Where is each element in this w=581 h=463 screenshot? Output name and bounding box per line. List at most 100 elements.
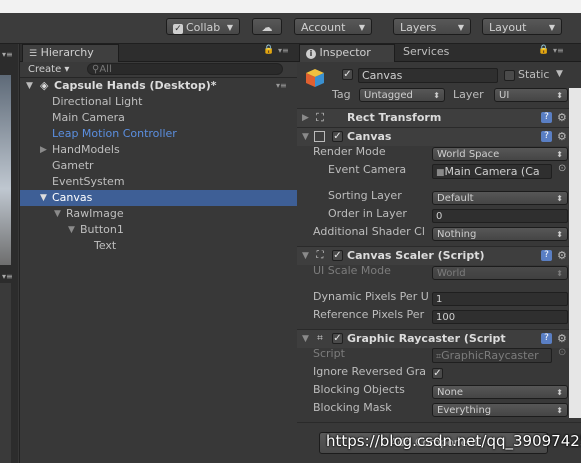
unity-scene-icon: ◈ [40,79,49,92]
rect-transform-header[interactable]: ▶ ⛶ Rect Transform ? ⚙ [297,108,581,127]
component-title: Canvas [347,130,392,143]
inspector-tabbar: i Inspector Services 🔒 ▾≡ [297,44,581,62]
layout-label: Layout [489,21,527,34]
component-title: Graphic Raycaster (Script [347,332,506,345]
active-checkbox[interactable]: ✓ [342,69,353,80]
expand-triangle-icon[interactable]: ▼ [40,190,47,206]
object-name-field[interactable]: Canvas [358,68,498,83]
blocking-mask-dropdown[interactable]: Everything ⬍ [432,403,568,417]
lock-icon[interactable]: 🔒 [263,45,274,55]
game-view[interactable] [0,283,11,463]
layer-dropdown[interactable]: UI ⬍ [494,88,568,102]
rect-transform-icon: ⛶ [316,111,324,124]
component-title: Rect Transform [347,111,442,124]
expand-triangle-icon[interactable]: ▼ [26,78,33,94]
reference-pixels-field[interactable]: 100 [432,310,568,324]
hierarchy-item[interactable]: Directional Light [20,94,297,110]
enabled-checkbox[interactable]: ✓ [332,131,343,142]
gear-icon[interactable]: ⚙ [557,128,567,146]
tab-hierarchy[interactable]: ☰ Hierarchy [22,44,119,62]
blocking-objects-dropdown[interactable]: None ⬍ [432,385,568,399]
hierarchy-item[interactable]: ▼ Button1 [20,222,297,238]
hierarchy-item[interactable]: Main Camera [20,110,297,126]
collapsed-triangle-icon[interactable]: ▶ [302,109,309,127]
hierarchy-item-selected[interactable]: ▼ Canvas [20,190,297,206]
chevron-down-icon: ▼ [226,23,233,32]
help-icon[interactable]: ? [541,333,552,344]
watermark: https://blog.csdn.net/qq_39097425 [326,432,581,450]
chevron-down-icon[interactable]: ▼ [556,69,563,79]
collab-button[interactable]: ✓ Collab ▼ [166,18,240,35]
tag-dropdown[interactable]: Untagged ⬍ [359,88,445,102]
tab-inspector[interactable]: i Inspector [299,44,395,62]
event-camera-field[interactable]: ■Main Camera (Ca [432,164,552,179]
enabled-checkbox[interactable]: ✓ [332,250,343,261]
help-icon[interactable]: ? [541,250,552,261]
sorting-layer-dropdown[interactable]: Default ⬍ [432,191,568,205]
render-mode-dropdown[interactable]: World Space ⬍ [432,147,568,161]
menu-icon[interactable]: ▾≡ [553,46,564,55]
additional-shader-dropdown[interactable]: Nothing ⬍ [432,227,568,241]
account-button[interactable]: Account ▼ [294,18,372,35]
gear-icon[interactable]: ⚙ [557,330,567,348]
help-icon[interactable]: ? [541,131,552,142]
order-in-layer-label: Order in Layer [328,207,407,220]
dynamic-pixels-field[interactable]: 1 [432,292,568,306]
hierarchy-item[interactable]: EventSystem [20,174,297,190]
object-picker-icon[interactable]: ⊙ [558,163,566,174]
window-edge [569,88,581,418]
chevron-down-icon: ▼ [457,23,464,32]
gear-icon[interactable]: ⚙ [557,109,567,127]
scene-name: Capsule Hands (Desktop)* [54,79,217,92]
hierarchy-search-input[interactable]: ⚲All [87,63,283,75]
tab-inspector-label: Inspector [319,46,371,59]
check-icon: ✓ [173,24,183,34]
menu-icon[interactable]: ▾≡ [276,78,287,94]
collab-label: Collab [186,21,221,34]
gear-icon[interactable]: ⚙ [557,247,567,265]
additional-shader-label: Additional Shader Cl [313,225,425,238]
help-icon[interactable]: ? [541,112,552,123]
inspector-panel: i Inspector Services 🔒 ▾≡ ✓ Canvas Stati… [297,44,581,463]
enabled-checkbox[interactable]: ✓ [332,333,343,344]
hierarchy-search-row: Create ▾ ⚲All [20,62,297,78]
gameobject-cube-icon [305,68,325,88]
dynamic-pixels-label: Dynamic Pixels Per U [313,290,429,303]
ui-scale-mode-dropdown: World ⬍ [432,266,568,280]
menu-icon: ▾≡ [2,50,13,59]
info-icon: i [306,49,316,59]
script-field: ⌗GraphicRaycaster [432,348,552,363]
expand-triangle-icon[interactable]: ▼ [54,206,61,222]
hierarchy-item[interactable]: Gametr [20,158,297,174]
canvas-component-header[interactable]: ▼ ✓ Canvas ? ⚙ [297,127,581,146]
menu-icon: ▾≡ [2,272,13,281]
canvas-scaler-header[interactable]: ▼ ⛶ ✓ Canvas Scaler (Script) ? ⚙ [297,246,581,265]
graphic-raycaster-header[interactable]: ▼ ⌗ ✓ Graphic Raycaster (Script ? ⚙ [297,329,581,348]
hierarchy-item-prefab[interactable]: Leap Motion Controller [20,126,297,142]
toolbar: ✓ Collab ▼ ☁ Account ▼ Layers ▼ Layout ▼ [0,13,581,44]
expand-triangle-icon[interactable]: ▼ [302,247,309,265]
menu-icon[interactable]: ▾≡ [278,46,289,55]
lock-icon[interactable]: 🔒 [538,45,549,55]
tab-services[interactable]: Services [397,44,455,61]
layers-label: Layers [400,21,437,34]
collapsed-triangle-icon[interactable]: ▶ [40,142,47,158]
ignore-reversed-checkbox[interactable]: ✓ [432,368,443,379]
scene-row[interactable]: ▼ ◈ Capsule Hands (Desktop)* ▾≡ [20,78,297,94]
layout-button[interactable]: Layout ▼ [482,18,562,35]
static-checkbox[interactable] [504,70,515,81]
expand-triangle-icon[interactable]: ▼ [302,128,309,146]
cloud-button[interactable]: ☁ [252,18,282,35]
expand-triangle-icon[interactable]: ▼ [302,330,309,348]
order-in-layer-field[interactable]: 0 [432,209,568,223]
ui-scale-mode-label: UI Scale Mode [313,264,391,277]
layers-button[interactable]: Layers ▼ [393,18,471,35]
canvas-scaler-icon: ⛶ [316,250,324,261]
create-button[interactable]: Create ▾ [28,64,69,75]
hierarchy-item[interactable]: Text [20,238,297,254]
raycaster-icon: ⌗ [317,333,323,344]
scene-view[interactable] [0,75,11,265]
expand-triangle-icon[interactable]: ▼ [68,222,75,238]
hierarchy-item[interactable]: ▶ HandModels [20,142,297,158]
hierarchy-item[interactable]: ▼ RawImage [20,206,297,222]
